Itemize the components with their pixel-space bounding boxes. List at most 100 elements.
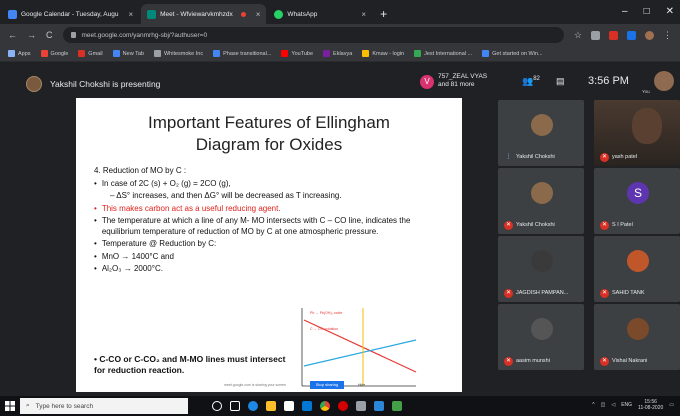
forward-button[interactable]: → bbox=[27, 30, 36, 40]
participant-tile[interactable]: S ✕ S I Patel bbox=[594, 168, 680, 234]
mic-off-icon: ✕ bbox=[600, 153, 609, 162]
avatar bbox=[531, 250, 553, 272]
volume-icon[interactable]: ◁ bbox=[611, 402, 615, 408]
slide-bullet: • Temperature @ Reduction by C: bbox=[94, 239, 414, 250]
mic-off-icon: ✕ bbox=[504, 289, 513, 298]
bullet-icon: • bbox=[94, 216, 97, 225]
slide-title-line-1: Important Features of Ellingham bbox=[148, 113, 390, 132]
bookmark-icon bbox=[213, 50, 221, 57]
window-controls: – □ ✕ bbox=[622, 6, 674, 17]
bookmark-item[interactable]: Phase transitional... bbox=[213, 50, 271, 57]
minimize-button[interactable]: – bbox=[622, 6, 628, 17]
photos-icon[interactable] bbox=[374, 401, 384, 411]
maximize-button[interactable]: □ bbox=[644, 6, 650, 17]
tray-clock[interactable]: 15:56 11-08-2020 bbox=[638, 399, 663, 411]
profile-avatar[interactable] bbox=[645, 30, 654, 40]
participant-tile[interactable]: ✕ aasim munshi bbox=[498, 304, 584, 370]
reload-button[interactable]: C bbox=[46, 30, 53, 40]
bookmark-item[interactable]: Get started on Win... bbox=[482, 50, 543, 57]
participant-tile[interactable]: ✕ yash patel bbox=[594, 100, 680, 166]
bullet-text: Al₂O₃ → 2000°C. bbox=[101, 264, 163, 273]
participant-tile[interactable]: ✕ SAHID TANK bbox=[594, 236, 680, 302]
close-icon[interactable]: × bbox=[128, 10, 133, 19]
store-icon[interactable] bbox=[284, 401, 294, 411]
taskbar-search[interactable]: ⌕ Type here to search bbox=[20, 398, 188, 414]
back-button[interactable]: ← bbox=[8, 30, 17, 40]
participant-tile[interactable]: ✕ Yakshil Chokshi bbox=[498, 168, 584, 234]
chat-icon[interactable]: ▤ bbox=[556, 76, 565, 87]
presentation-slide: Important Features of Ellingham Diagram … bbox=[76, 98, 462, 392]
audio-level-icon: ⁞ bbox=[507, 154, 510, 161]
menu-icon[interactable]: ⋮ bbox=[663, 30, 672, 41]
self-avatar bbox=[654, 71, 674, 91]
slide-bullet: • Al₂O₃ → 2000°C. bbox=[94, 264, 414, 275]
bookmark-item[interactable]: YouTube bbox=[281, 50, 313, 57]
meet-clock: 3:56 PM bbox=[588, 75, 629, 87]
bookmark-item[interactable]: New Tab bbox=[112, 50, 144, 57]
participant-name: JAGDISH PAMPAN... bbox=[516, 290, 569, 296]
bookmark-item[interactable]: Gmail bbox=[78, 50, 103, 57]
stop-sharing-button[interactable]: Stop sharing bbox=[310, 381, 344, 389]
app-icon[interactable] bbox=[392, 401, 402, 411]
file-explorer-icon[interactable] bbox=[266, 401, 276, 411]
avatar: S bbox=[627, 182, 649, 204]
bookmarks-bar: Apps Google Gmail New Tab Whitesmoke Inc Phas… bbox=[0, 46, 680, 62]
address-bar[interactable]: meet.google.com/yanmrhg-sbj/?authuser=0 bbox=[62, 27, 564, 43]
close-icon[interactable]: × bbox=[361, 10, 366, 19]
network-icon[interactable]: ◫ bbox=[601, 402, 606, 408]
search-icon: ⌕ bbox=[26, 402, 30, 409]
participant-tile[interactable]: ✕ Vishal Nakrani bbox=[594, 304, 680, 370]
hide-button[interactable]: Hide bbox=[358, 383, 365, 387]
meet-window: Yakshil Chokshi is presenting V 757_ZEAL… bbox=[0, 62, 680, 396]
people-icon: 👥 bbox=[522, 76, 534, 86]
bookmark-item[interactable]: Jest International ... bbox=[414, 50, 472, 57]
participant-tile[interactable]: ✕ JAGDISH PAMPAN... bbox=[498, 236, 584, 302]
bookmark-label: Google bbox=[50, 50, 69, 57]
recording-dot-icon bbox=[240, 11, 246, 17]
participant-summary[interactable]: 757_ZEAL VYAS and 81 more bbox=[438, 73, 487, 89]
tab-whatsapp[interactable]: WhatsApp × bbox=[268, 4, 372, 24]
extension-icon[interactable] bbox=[627, 30, 636, 40]
task-view-icon[interactable] bbox=[230, 401, 240, 411]
language-indicator[interactable]: ENG bbox=[621, 402, 632, 408]
calendar-icon bbox=[8, 9, 17, 19]
bookmark-item[interactable]: Eklavya bbox=[323, 50, 352, 57]
participant-tile[interactable]: ⁞ Yakshil Chokshi bbox=[498, 100, 584, 166]
mail-icon[interactable] bbox=[302, 401, 312, 411]
close-icon[interactable]: × bbox=[256, 10, 261, 19]
bookmark-label: Gmail bbox=[88, 50, 103, 57]
bookmark-item[interactable]: Google bbox=[40, 50, 69, 57]
people-count: 82 bbox=[533, 76, 540, 82]
bullet-text: In case of 2C (s) + O₂ (g) = 2CO (g), bbox=[101, 178, 231, 188]
bookmark-icon bbox=[362, 50, 370, 57]
tray-arrow-icon[interactable]: ^ bbox=[592, 402, 594, 408]
tab-meet[interactable]: Meet - Wfviewarvkmhzdx × bbox=[141, 4, 267, 24]
bookmark-icon bbox=[281, 50, 289, 57]
people-button[interactable]: 👥82 bbox=[522, 76, 540, 87]
slide-bullet: • In case of 2C (s) + O₂ (g) = 2CO (g), bbox=[94, 179, 414, 190]
close-window-button[interactable]: ✕ bbox=[666, 6, 674, 17]
opera-icon[interactable] bbox=[338, 401, 348, 411]
notification-icon[interactable]: ▭ bbox=[669, 402, 674, 408]
participant-name: Vishal Nakrani bbox=[612, 358, 648, 364]
extension-icon[interactable] bbox=[591, 30, 600, 40]
new-tab-button[interactable]: + bbox=[380, 4, 387, 24]
bookmark-item[interactable]: Kmaw - login bbox=[362, 50, 404, 57]
extension-icon[interactable] bbox=[609, 30, 618, 40]
edge-icon[interactable] bbox=[248, 401, 258, 411]
bullet-text: – ΔS° increases, and then ΔG° will be de… bbox=[110, 191, 342, 200]
cortana-icon[interactable] bbox=[212, 401, 222, 411]
bookmark-item[interactable]: Whitesmoke Inc bbox=[153, 50, 203, 57]
windows-start-button[interactable] bbox=[0, 396, 20, 416]
browser-tab-strip: Google Calendar - Tuesday, Augu × Meet -… bbox=[0, 0, 680, 24]
tab-google-calendar[interactable]: Google Calendar - Tuesday, Augu × bbox=[2, 4, 139, 24]
slide-bullet: • The temperature at which a line of any … bbox=[94, 216, 414, 237]
bookmark-item[interactable]: Apps bbox=[8, 50, 31, 57]
bookmark-star-icon[interactable]: ☆ bbox=[574, 30, 582, 41]
chrome-icon[interactable] bbox=[320, 401, 330, 411]
windows-taskbar: ⌕ Type here to search ^ ◫ ◁ ENG 15:56 11… bbox=[0, 396, 680, 416]
bookmark-icon bbox=[112, 50, 120, 57]
mic-off-icon: ✕ bbox=[600, 289, 609, 298]
app-icon[interactable] bbox=[356, 401, 366, 411]
bullet-icon: • bbox=[94, 264, 97, 273]
